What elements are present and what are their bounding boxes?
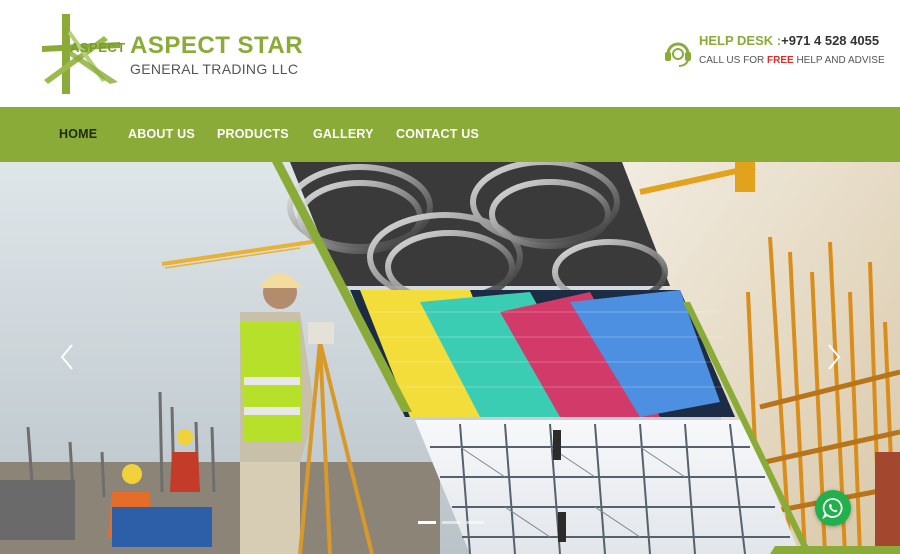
slider-dot-2[interactable]	[442, 521, 460, 524]
slider-dot-1[interactable]	[418, 521, 436, 524]
hero-image	[0, 162, 900, 554]
slider-indicators	[418, 521, 488, 527]
nav-item-gallery[interactable]: GALLERY	[313, 107, 374, 162]
brand-logo[interactable]: ASPECT ASPECT STAR GENERAL TRADING LLC	[40, 10, 303, 98]
whatsapp-button[interactable]	[815, 490, 851, 526]
site-header: ASPECT ASPECT STAR GENERAL TRADING LLC H…	[0, 0, 900, 107]
star-logo-icon: ASPECT	[40, 10, 125, 96]
tagline-free: FREE	[766, 55, 794, 66]
nav-item-products[interactable]: PRODUCTS	[217, 107, 289, 162]
main-nav: HOME ABOUT US PRODUCTS GALLERY CONTACT U…	[0, 107, 900, 162]
nav-item-home[interactable]: HOME	[59, 107, 97, 162]
logo-word: ASPECT	[70, 40, 126, 55]
tagline-suffix: HELP AND ADVISE	[796, 55, 885, 66]
helpdesk-phone[interactable]: HELP DESK :+971 4 528 4055	[699, 33, 879, 48]
slider-prev-button[interactable]	[56, 337, 80, 377]
hero-slider	[0, 162, 900, 554]
chevron-left-icon	[60, 344, 73, 370]
helpdesk-tagline: CALL US FOR FREE HELP AND ADVISE	[699, 55, 885, 66]
headset-icon	[663, 37, 693, 67]
helpdesk: HELP DESK :+971 4 528 4055 CALL US FOR F…	[663, 30, 885, 70]
tagline-prefix: CALL US FOR	[699, 55, 765, 66]
slider-next-button[interactable]	[821, 337, 845, 377]
whatsapp-icon	[822, 498, 843, 519]
nav-item-contact-us[interactable]: CONTACT US	[396, 107, 479, 162]
slider-dot-3[interactable]	[466, 521, 484, 524]
helpdesk-number[interactable]: +971 4 528 4055	[781, 33, 879, 48]
brand-name: ASPECT STAR	[130, 32, 304, 59]
nav-item-about-us[interactable]: ABOUT US	[128, 107, 195, 162]
brand-subtitle: GENERAL TRADING LLC	[130, 61, 299, 77]
chevron-right-icon	[828, 344, 841, 370]
helpdesk-label: HELP DESK :	[699, 33, 782, 48]
